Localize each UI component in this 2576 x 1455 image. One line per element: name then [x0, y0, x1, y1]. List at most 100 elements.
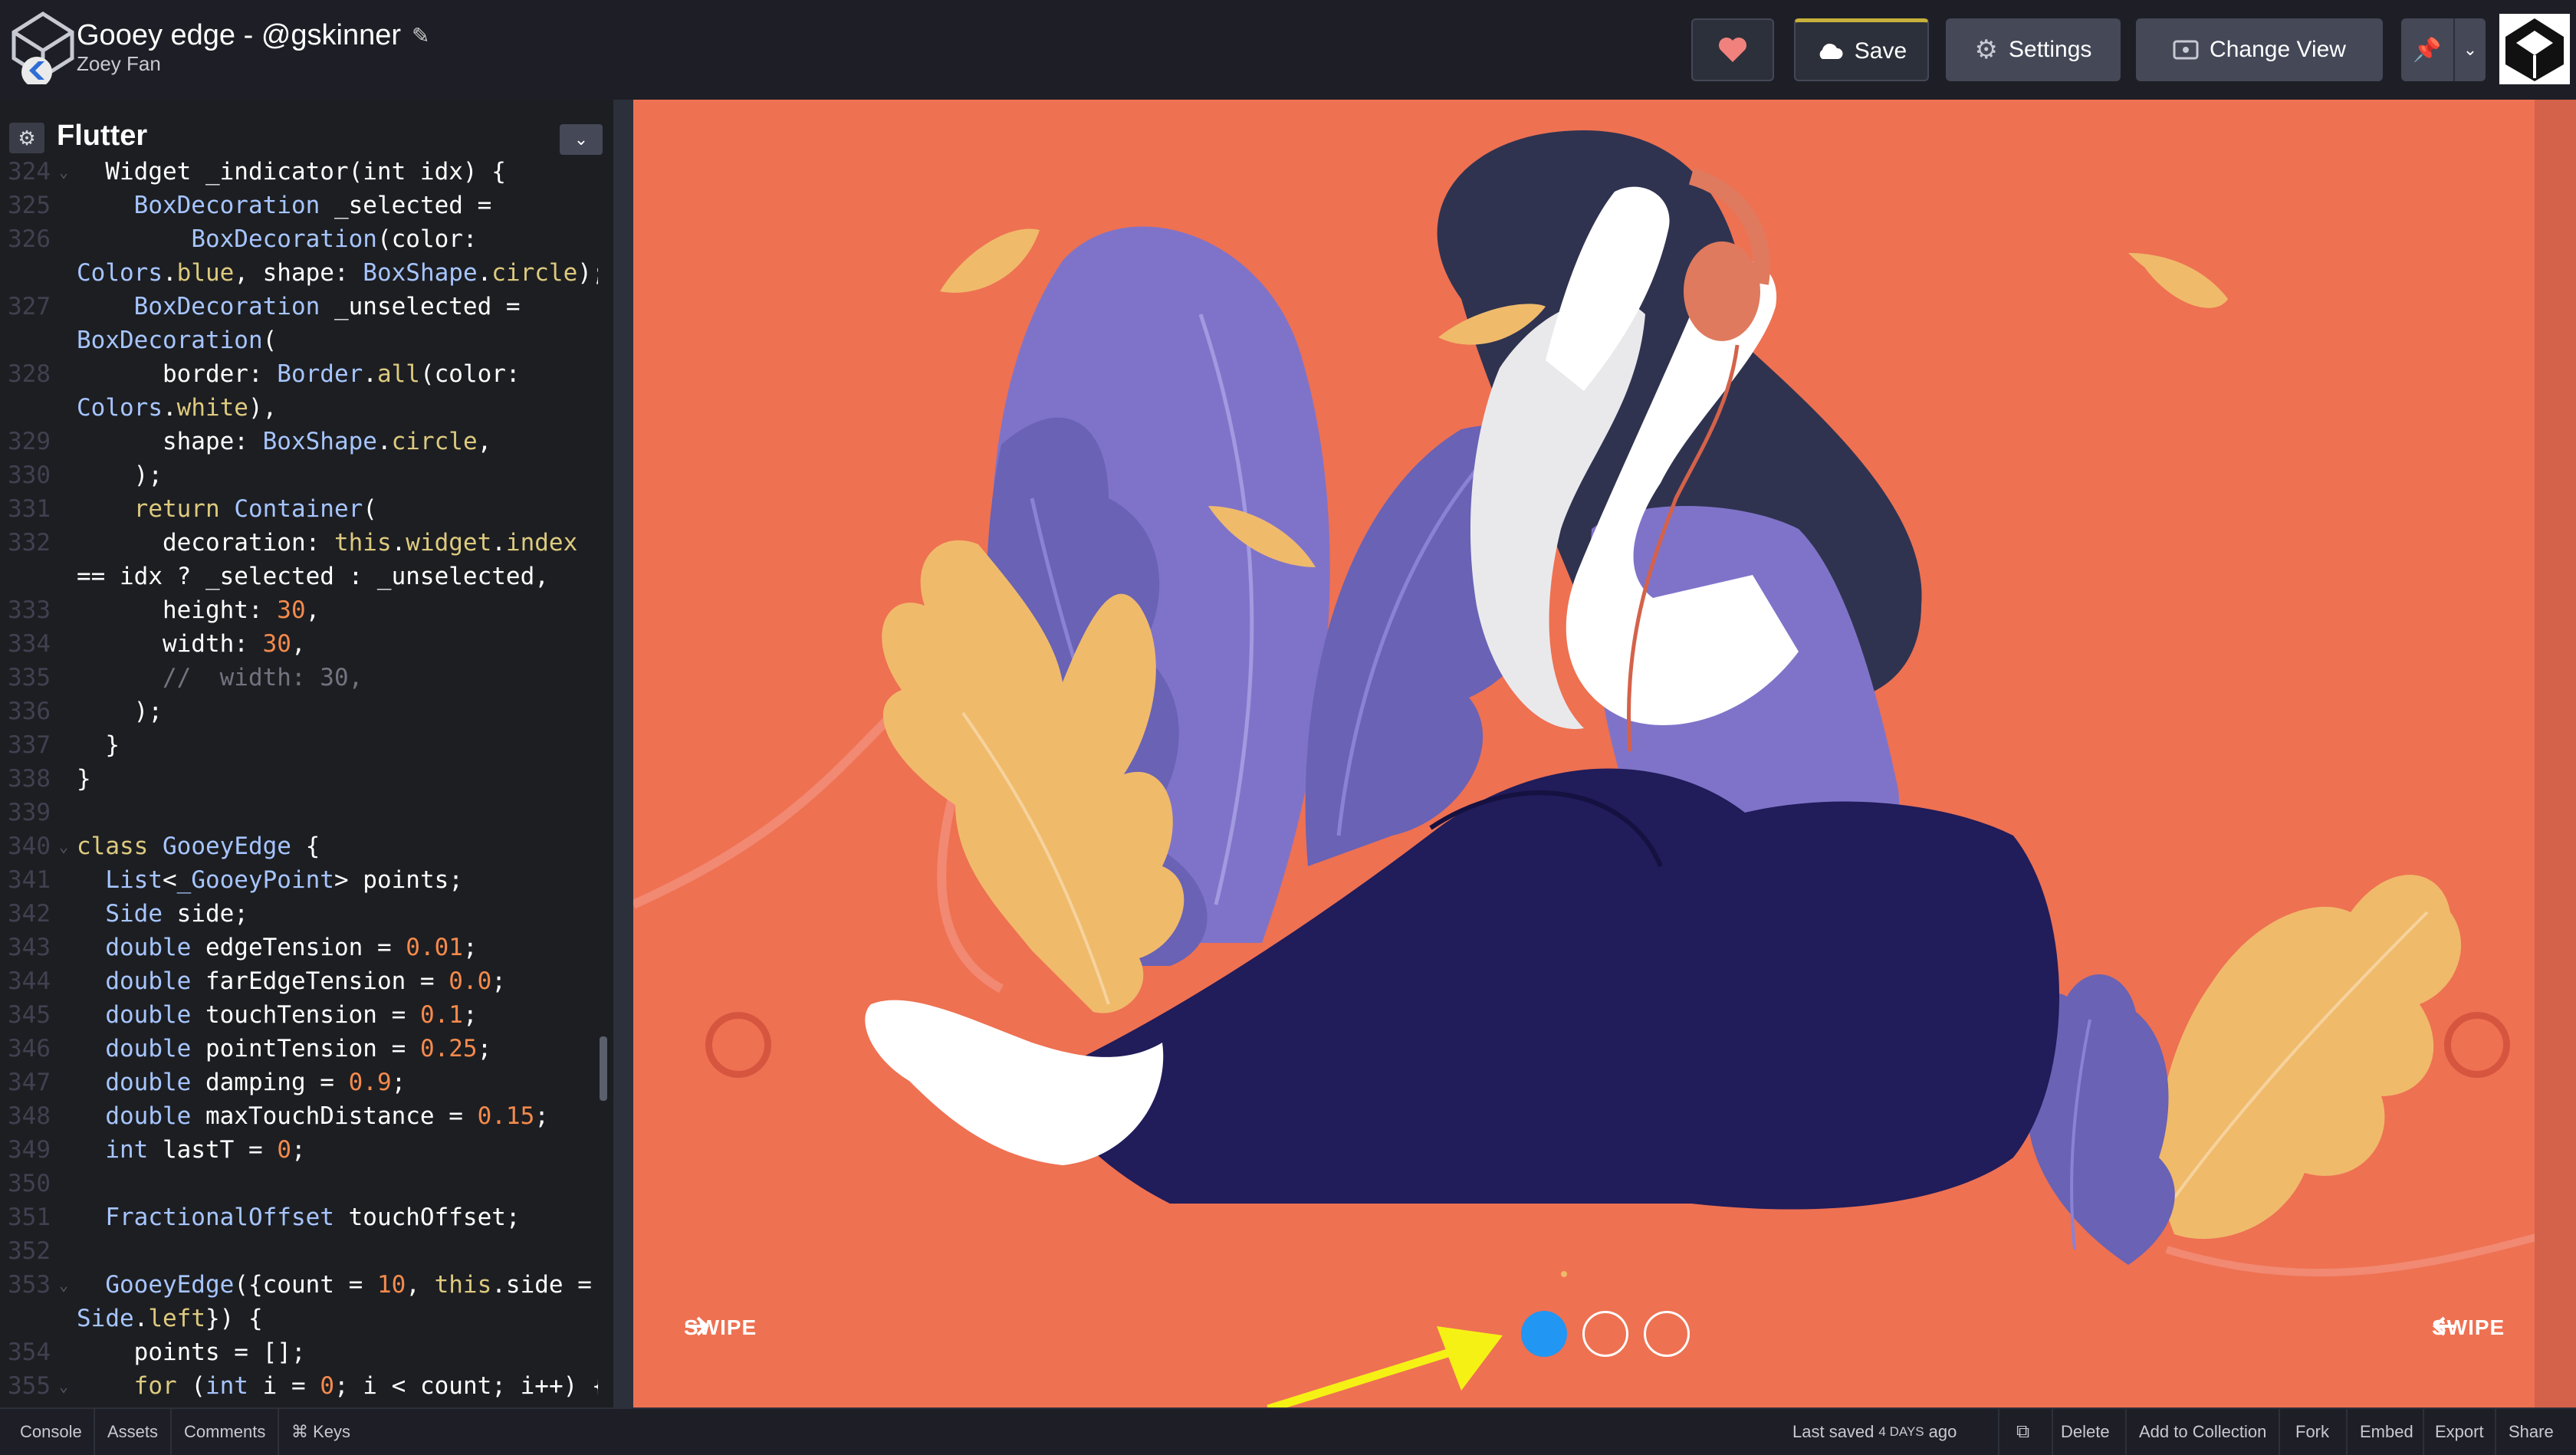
top-header: Gooey edge - @gskinner ✎ Zoey Fan Save ⚙… — [0, 0, 2576, 100]
pencil-icon[interactable]: ✎ — [412, 23, 429, 48]
code-line[interactable]: 329 shape: BoxShape.circle, — [0, 425, 598, 458]
code-line[interactable]: 334 width: 30, — [0, 627, 598, 661]
divider — [2125, 1409, 2127, 1455]
export-button[interactable]: Export — [2435, 1409, 2484, 1455]
code-line[interactable]: 327 BoxDecoration _unselected = — [0, 290, 598, 324]
share-button[interactable]: Share — [2509, 1409, 2554, 1455]
external-link-icon: ⧉ — [2016, 1421, 2030, 1442]
code-line[interactable]: 341 List<_GooeyPoint> points; — [0, 863, 598, 897]
gutter-space — [51, 1234, 77, 1268]
code-text: ); — [77, 458, 163, 492]
love-button[interactable] — [1691, 18, 1774, 81]
gutter-space — [51, 593, 77, 627]
code-line[interactable]: 345 double touchTension = 0.1; — [0, 998, 598, 1032]
code-line[interactable]: 342 Side side; — [0, 897, 598, 931]
console-button[interactable]: Console — [20, 1409, 82, 1455]
external-link-button[interactable]: ⧉ — [2016, 1409, 2029, 1455]
author-name[interactable]: Zoey Fan — [77, 52, 161, 76]
save-label: Save — [1854, 38, 1907, 64]
code-line[interactable]: 350 — [0, 1167, 598, 1200]
code-token: 0.25 — [419, 1035, 478, 1063]
save-button[interactable]: Save — [1794, 18, 1929, 81]
code-line[interactable]: 349 int lastT = 0; — [0, 1133, 598, 1167]
code-line[interactable]: 353 ⌄ GooeyEdge({count = 10, this.side = — [0, 1268, 598, 1302]
code-line[interactable]: 355 ⌄ for (int i = 0; i < count; i++) { — [0, 1369, 598, 1403]
pin-button[interactable]: 📌 — [2401, 18, 2453, 81]
code-text: double pointTension = 0.25; — [77, 1032, 491, 1066]
change-view-button[interactable]: Change View — [2136, 18, 2383, 81]
code-line[interactable]: == idx ? _selected : _unselected, — [0, 560, 598, 593]
gutter-space — [51, 324, 77, 357]
pen-title[interactable]: Gooey edge - @gskinner — [77, 19, 401, 52]
code-line[interactable]: 324 ⌄ Widget _indicator(int idx) { — [0, 155, 598, 189]
code-token: shape: — [77, 428, 263, 455]
code-line[interactable]: 326 BoxDecoration(color: — [0, 222, 598, 256]
add-to-collection-button[interactable]: Add to Collection — [2139, 1409, 2266, 1455]
code-line[interactable]: 325 BoxDecoration _selected = — [0, 189, 598, 222]
code-line[interactable]: 347 double damping = 0.9; — [0, 1066, 598, 1099]
code-line[interactable]: 328 border: Border.all(color: — [0, 357, 598, 391]
fold-chevron-icon[interactable]: ⌄ — [51, 155, 77, 189]
gutter-space — [51, 1032, 77, 1066]
comments-button[interactable]: Comments — [184, 1409, 265, 1455]
fold-chevron-icon[interactable]: ⌄ — [51, 1369, 77, 1403]
code-line[interactable]: 338} — [0, 762, 598, 796]
code-line[interactable]: 335 // width: 30, — [0, 661, 598, 695]
editor-settings-button[interactable]: ⚙ — [9, 123, 44, 153]
code-token: ; i < count; i++) { — [334, 1372, 598, 1400]
code-token: GooeyEdge — [163, 833, 291, 860]
embed-button[interactable]: Embed — [2360, 1409, 2413, 1455]
last-saved-status: Last saved 4 DAYS ago — [1792, 1409, 1957, 1455]
editor-scrollbar[interactable] — [600, 1036, 607, 1101]
code-line[interactable]: 333 height: 30, — [0, 593, 598, 627]
gutter-space — [51, 964, 77, 998]
code-line[interactable]: 351 FractionalOffset touchOffset; — [0, 1200, 598, 1234]
code-line[interactable]: BoxDecoration( — [0, 324, 598, 357]
code-line[interactable]: 348 double maxTouchDistance = 0.15; — [0, 1099, 598, 1133]
pane-resizer[interactable] — [613, 100, 633, 1407]
code-line[interactable]: Colors.white), — [0, 391, 598, 425]
code-token: FractionalOffset — [105, 1204, 334, 1231]
keys-button[interactable]: ⌘ Keys — [291, 1409, 350, 1455]
change-view-label: Change View — [2210, 37, 2346, 62]
user-avatar[interactable] — [2499, 14, 2570, 84]
fold-chevron-icon[interactable]: ⌄ — [51, 829, 77, 863]
pins-dropdown-button[interactable]: ⌄ — [2453, 18, 2486, 81]
assets-button[interactable]: Assets — [107, 1409, 158, 1455]
code-line[interactable]: 343 double edgeTension = 0.01; — [0, 931, 598, 964]
code-line[interactable]: 344 double farEdgeTension = 0.0; — [0, 964, 598, 998]
editor-options-dropdown[interactable]: ⌄ — [560, 124, 603, 155]
line-number: 327 — [8, 293, 51, 320]
gutter-space — [51, 1133, 77, 1167]
bottom-bar: Console Assets Comments ⌘ Keys Last save… — [0, 1407, 2576, 1455]
code-line[interactable]: 337 } — [0, 728, 598, 762]
code-line[interactable]: Colors.blue, shape: BoxShape.circle); — [0, 256, 598, 290]
code-line[interactable]: 354 points = []; — [0, 1335, 598, 1369]
code-line[interactable]: 330 ); — [0, 458, 598, 492]
code-line[interactable]: 336 ); — [0, 695, 598, 728]
page-indicator[interactable] — [1582, 1311, 1628, 1357]
preview-pane[interactable]: SWIPE SWIPE — [633, 100, 2576, 1407]
code-area[interactable]: 324 ⌄ Widget _indicator(int idx) {325 Box… — [0, 155, 598, 1407]
code-line[interactable]: 332 decoration: this.widget.index — [0, 526, 598, 560]
code-token: _GooeyPoint — [176, 866, 334, 894]
settings-button[interactable]: ⚙ Settings — [1946, 18, 2121, 81]
code-line[interactable]: 346 double pointTension = 0.25; — [0, 1032, 598, 1066]
line-number: 347 — [8, 1069, 51, 1096]
code-text: points = []; — [77, 1335, 306, 1369]
code-line[interactable]: Side.left}) { — [0, 1302, 598, 1335]
code-line[interactable]: 352 — [0, 1234, 598, 1268]
codepen-logo[interactable] — [11, 11, 75, 87]
fork-button[interactable]: Fork — [2295, 1409, 2329, 1455]
delete-button[interactable]: Delete — [2061, 1409, 2110, 1455]
fold-chevron-icon[interactable]: ⌄ — [51, 1268, 77, 1302]
code-line[interactable]: 331 return Container( — [0, 492, 598, 526]
page-indicator[interactable] — [1644, 1311, 1690, 1357]
page-indicator-selected[interactable] — [1521, 1311, 1567, 1357]
code-line[interactable]: 340 ⌄ class GooeyEdge { — [0, 829, 598, 863]
code-line[interactable]: 339 — [0, 796, 598, 829]
gutter-space — [51, 1335, 77, 1369]
divider — [2423, 1409, 2424, 1455]
